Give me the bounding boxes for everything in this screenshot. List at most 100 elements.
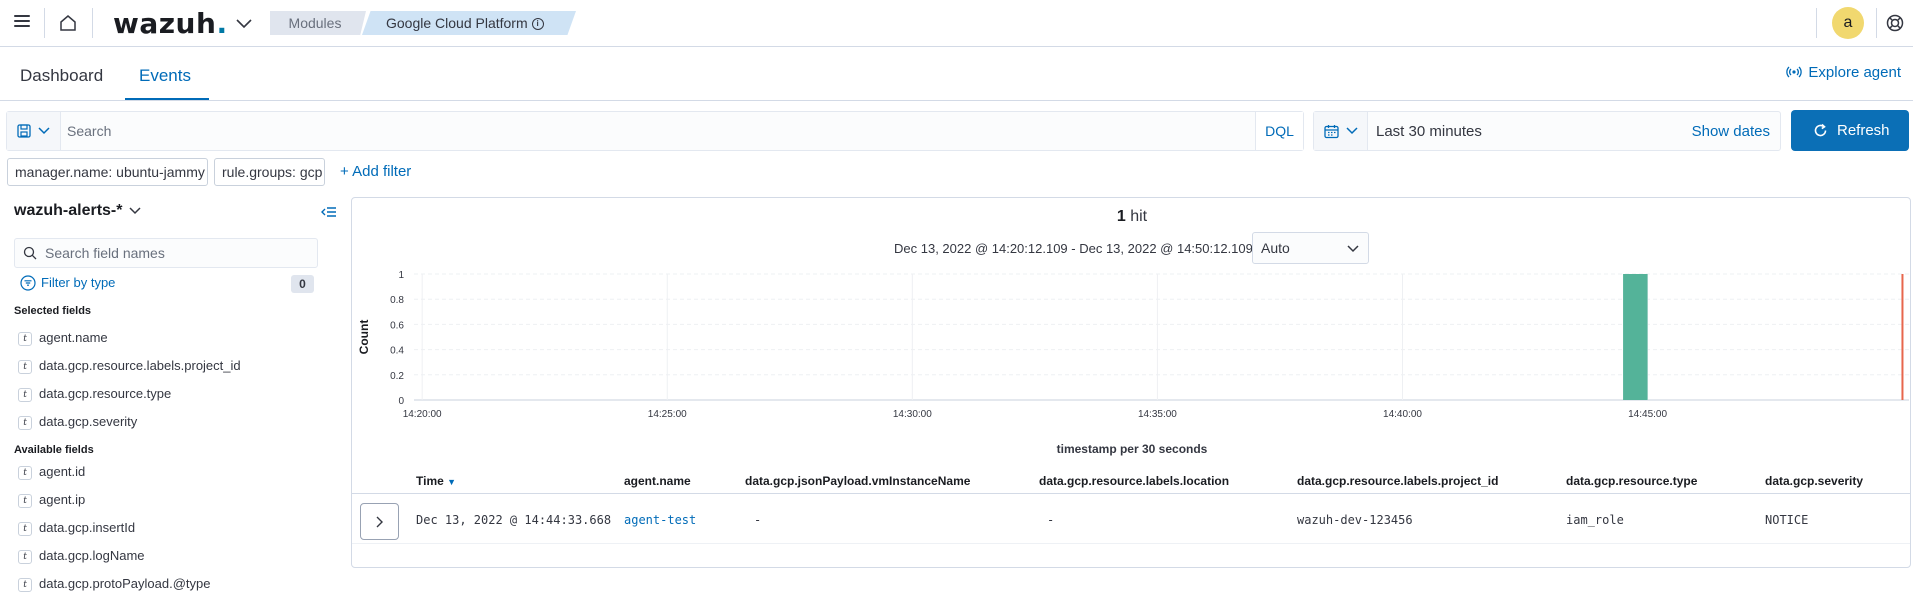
cell-location: - xyxy=(1047,513,1055,527)
field-item[interactable]: t agent.ip xyxy=(18,492,85,512)
string-type-icon: t xyxy=(18,522,32,536)
x-tick-label: 14:35:00 xyxy=(1138,409,1177,420)
field-item[interactable]: t agent.name xyxy=(18,330,108,350)
x-tick-label: 14:25:00 xyxy=(648,409,687,420)
divider xyxy=(1816,8,1817,38)
field-item[interactable]: t data.gcp.insertId xyxy=(18,520,135,540)
breadcrumb-label: Google Cloud Platform xyxy=(386,15,528,31)
tab-events[interactable]: Events xyxy=(139,66,191,86)
filter-icon xyxy=(20,275,36,291)
logo-dot: . xyxy=(216,7,228,40)
histogram-chart: 0 0.2 0.4 0.6 0.8 1 14:20:00 14:25:00 14:30:00 14… xyxy=(357,270,1909,420)
histogram-bar xyxy=(1623,274,1648,400)
refresh-icon xyxy=(1814,123,1827,137)
hamburger-menu-icon[interactable] xyxy=(10,12,34,34)
divider xyxy=(1876,8,1877,38)
filter-by-type-button[interactable]: Filter by type xyxy=(20,275,115,291)
chevron-down-icon[interactable] xyxy=(128,204,142,218)
saved-queries-button[interactable] xyxy=(7,112,61,150)
field-item[interactable]: t data.gcp.protoPayload.@type xyxy=(18,576,210,596)
explore-agent-label: Explore agent xyxy=(1808,64,1901,81)
field-name: data.gcp.severity xyxy=(39,414,138,429)
column-header[interactable]: data.gcp.resource.type xyxy=(1566,474,1697,488)
cell-agent-name[interactable]: agent-test xyxy=(624,513,696,527)
column-header[interactable]: data.gcp.severity xyxy=(1765,474,1863,488)
y-tick-label: 0 xyxy=(398,396,404,407)
chevron-down-icon xyxy=(38,127,50,135)
string-type-icon: t xyxy=(18,550,32,564)
collapse-sidebar-icon[interactable] xyxy=(320,203,338,221)
search-input[interactable] xyxy=(67,112,1257,150)
filter-pill-rule-groups[interactable]: rule.groups: gcp xyxy=(214,158,325,186)
breadcrumb-google-cloud-platform: Google Cloud Platform i xyxy=(362,11,576,35)
field-item[interactable]: t data.gcp.resource.type xyxy=(18,386,171,406)
breadcrumb-modules[interactable]: Modules xyxy=(270,11,366,35)
hits-count: 1 hit xyxy=(352,208,1912,226)
cell-resource-type: iam_role xyxy=(1566,513,1624,527)
column-label: Time xyxy=(416,474,444,488)
field-name: data.gcp.resource.labels.project_id xyxy=(39,358,241,373)
field-name: agent.ip xyxy=(39,492,86,507)
field-item[interactable]: t agent.id xyxy=(18,464,85,484)
x-tick-label: 14:40:00 xyxy=(1383,409,1422,420)
filter-count-badge: 0 xyxy=(291,275,314,293)
active-tab-indicator xyxy=(125,98,209,100)
date-range-text[interactable]: Last 30 minutes xyxy=(1376,123,1482,140)
column-header[interactable]: data.gcp.resource.labels.location xyxy=(1039,474,1229,488)
refresh-label: Refresh xyxy=(1837,122,1890,139)
string-type-icon: t xyxy=(18,466,32,480)
field-search-input[interactable] xyxy=(45,239,313,267)
wazuh-logo[interactable]: wazuh. xyxy=(113,7,228,40)
x-tick-label: 14:20:00 xyxy=(403,409,442,420)
interval-value: Auto xyxy=(1261,240,1290,256)
field-name: data.gcp.logName xyxy=(39,548,145,563)
field-name: data.gcp.protoPayload.@type xyxy=(39,576,211,591)
column-header[interactable]: data.gcp.jsonPayload.vmInstanceName xyxy=(745,474,970,488)
sort-descending-icon[interactable]: ▼ xyxy=(447,477,456,487)
table-row: Dec 13, 2022 @ 14:44:33.668 agent-test -… xyxy=(352,496,1910,544)
home-icon[interactable] xyxy=(57,12,79,34)
hits-label: hit xyxy=(1130,208,1148,225)
tab-dashboard[interactable]: Dashboard xyxy=(20,66,103,86)
filter-by-type-label: Filter by type xyxy=(41,275,116,290)
x-axis-title: timestamp per 30 seconds xyxy=(1056,442,1208,456)
top-header: wazuh. Modules Google Cloud Platform i a xyxy=(0,0,1913,47)
tab-bar: Dashboard Events Explore agent xyxy=(0,48,1913,101)
query-language-toggle[interactable]: DQL xyxy=(1255,112,1303,150)
results-panel: 1 hit Dec 13, 2022 @ 14:20:12.109 - Dec … xyxy=(351,197,1911,568)
broadcast-icon xyxy=(1786,66,1803,78)
field-item[interactable]: t data.gcp.severity xyxy=(18,414,137,434)
show-dates-link[interactable]: Show dates xyxy=(1692,123,1770,140)
chevron-down-icon[interactable] xyxy=(234,13,254,33)
column-header[interactable]: data.gcp.resource.labels.project_id xyxy=(1297,474,1498,488)
explore-agent-button[interactable]: Explore agent xyxy=(1786,64,1901,81)
cell-vm-instance-name: - xyxy=(754,513,762,527)
cell-severity: NOTICE xyxy=(1765,513,1809,527)
y-tick-label: 0.8 xyxy=(390,295,404,306)
info-icon[interactable]: i xyxy=(531,18,544,31)
y-tick-label: 1 xyxy=(398,270,404,281)
expand-row-button[interactable] xyxy=(360,503,399,540)
string-type-icon: t xyxy=(18,360,32,374)
column-header[interactable]: agent.name xyxy=(624,474,691,488)
chevron-right-icon xyxy=(376,516,383,528)
chevron-down-icon xyxy=(1347,245,1359,253)
save-icon xyxy=(17,124,31,138)
string-type-icon: t xyxy=(18,416,32,430)
selected-fields-title: Selected fields xyxy=(14,305,92,317)
y-axis-title: Count xyxy=(357,320,371,355)
refresh-button[interactable]: Refresh xyxy=(1791,110,1909,151)
field-name: data.gcp.resource.type xyxy=(39,386,172,401)
column-header-time[interactable]: Time ▼ xyxy=(416,474,456,488)
interval-select[interactable]: Auto xyxy=(1252,232,1369,264)
string-type-icon: t xyxy=(18,388,32,402)
field-item[interactable]: t data.gcp.resource.labels.project_id xyxy=(18,358,241,378)
add-filter-button[interactable]: + Add filter xyxy=(340,163,411,180)
user-avatar[interactable]: a xyxy=(1832,7,1864,39)
help-lifebuoy-icon[interactable] xyxy=(1884,12,1906,34)
calendar-icon xyxy=(1324,125,1339,139)
field-item[interactable]: t data.gcp.logName xyxy=(18,548,145,568)
quick-select-button[interactable] xyxy=(1314,112,1368,150)
filter-pill-manager-name[interactable]: manager.name: ubuntu-jammy xyxy=(7,158,208,186)
index-pattern-selector[interactable]: wazuh-alerts-* xyxy=(14,202,122,220)
